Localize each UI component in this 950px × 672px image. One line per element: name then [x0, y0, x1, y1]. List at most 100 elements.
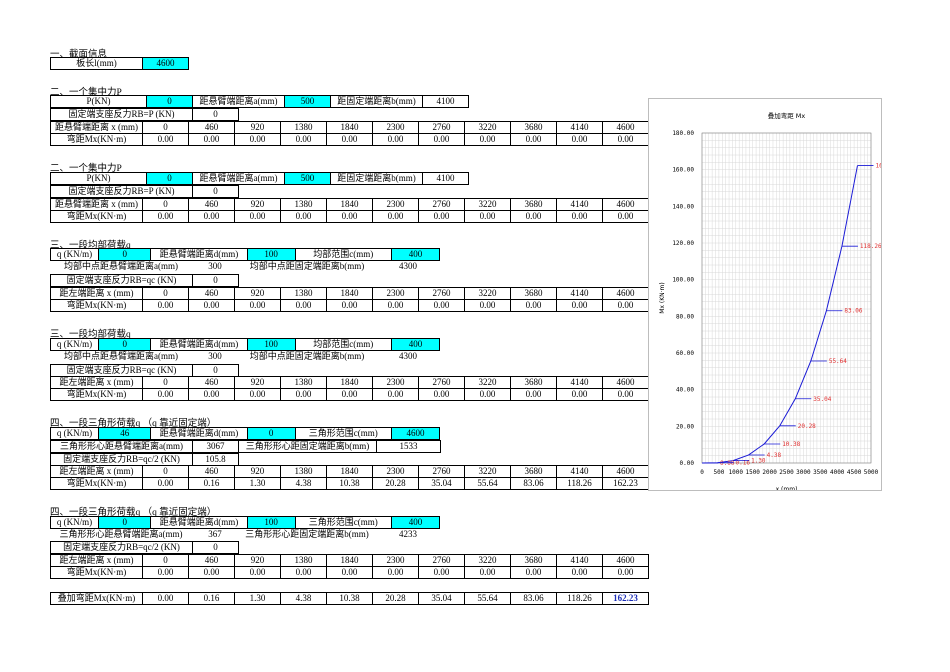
d-input[interactable]: 0 — [246, 427, 296, 440]
data-label: 55.64 — [829, 358, 847, 365]
x-row: 距左端距离 x (mm) 0 460 920 1380 1840 2300 27… — [50, 554, 649, 567]
plate-length-input[interactable]: 4600 — [142, 57, 189, 70]
data-label: 83.06 — [844, 308, 862, 315]
moment-label: 弯距Mx(KN·m) — [50, 133, 143, 146]
a-input[interactable]: 500 — [284, 95, 331, 108]
x-label: 距悬臂端距离 x (mm) — [50, 198, 143, 211]
b-value: 1533 — [376, 440, 441, 453]
moment-cell: 0.00 — [234, 133, 281, 146]
d-input[interactable]: 100 — [246, 338, 296, 351]
x-cell: 2300 — [372, 198, 419, 211]
moment-cell: 0.00 — [464, 388, 511, 401]
data-label: 20.28 — [798, 423, 816, 430]
uniform-load-1-table: q (KN/m) 0 距悬臂端距离d(mm) 100 均部范围c(mm) 400 — [49, 248, 441, 261]
p-input[interactable]: 0 — [146, 172, 193, 185]
moment-cell: 0.00 — [142, 388, 189, 401]
moment-cell: 0.00 — [234, 299, 281, 312]
moment-cell: 0.00 — [372, 299, 419, 312]
moment-cell: 0.00 — [464, 133, 511, 146]
d-input[interactable]: 100 — [246, 516, 296, 529]
reaction-label: 固定端支座反力RB=P (KN) — [50, 108, 193, 121]
moment-cell: 1.30 — [234, 477, 281, 490]
moment-cell: 0.00 — [280, 133, 327, 146]
x-cell: 3680 — [510, 376, 557, 389]
moment-cell: 10.38 — [326, 477, 373, 490]
moment-cell: 0.00 — [418, 388, 465, 401]
d-input[interactable]: 100 — [246, 248, 296, 261]
q-input[interactable]: 0 — [98, 248, 152, 261]
moment-cell: 0.00 — [510, 299, 557, 312]
x-cell: 460 — [188, 465, 235, 478]
x-cell: 920 — [234, 287, 281, 300]
moment-cell: 0.00 — [280, 566, 327, 579]
moment-cell: 0.00 — [510, 133, 557, 146]
moment-label: 弯距Mx(KN·m) — [50, 566, 143, 579]
c-label: 均部范围c(mm) — [294, 248, 392, 261]
moment-chart: 叠加弯距 Mx 0.00 20.00 40.00 60.00 80.00 100.00 120… — [648, 98, 898, 493]
c-input[interactable]: 400 — [390, 338, 441, 351]
a-input[interactable]: 500 — [284, 172, 331, 185]
a-label: 距悬臂端距离a(mm) — [192, 95, 285, 108]
a-value: 300 — [208, 261, 222, 271]
x-cell: 0 — [142, 554, 189, 567]
c-input[interactable]: 400 — [390, 248, 441, 261]
q-input[interactable]: 0 — [98, 516, 152, 529]
x-cell: 2300 — [372, 554, 419, 567]
point-load-1-grid: 距悬臂端距离 x (mm) 0 460 920 1380 1840 2300 2… — [50, 121, 649, 146]
moment-row: 弯距Mx(KN·m) 0.00 0.16 1.30 4.38 10.38 20.… — [50, 477, 649, 490]
x-cell: 1840 — [326, 376, 373, 389]
moment-cell: 0.00 — [418, 210, 465, 223]
moment-cell: 0.00 — [280, 388, 327, 401]
x-tick-label: 2500 — [779, 469, 794, 476]
x-cell: 0 — [142, 465, 189, 478]
c-input[interactable]: 4600 — [390, 427, 441, 440]
x-cell: 1380 — [280, 198, 327, 211]
data-label: 35.04 — [813, 396, 831, 403]
moment-label: 弯距Mx(KN·m) — [50, 388, 143, 401]
moment-cell: 0.00 — [142, 133, 189, 146]
x-cell: 0 — [142, 121, 189, 134]
moment-cell: 162.23 — [602, 477, 649, 490]
total-label: 叠加弯距Mx(KN·m) — [50, 592, 143, 605]
moment-cell: 0.00 — [326, 133, 373, 146]
x-cell: 1380 — [280, 465, 327, 478]
x-cell: 460 — [188, 287, 235, 300]
q-input[interactable]: 0 — [98, 338, 152, 351]
moment-label: 弯距Mx(KN·m) — [50, 299, 143, 312]
x-cell: 2760 — [418, 121, 465, 134]
x-cell: 1380 — [280, 287, 327, 300]
a-label: 均部中点距悬臂端距离a(mm) — [64, 351, 178, 361]
total-max-cell: 162.23 — [602, 592, 649, 605]
a-label: 三角形形心距悬臂端距离a(mm) — [59, 529, 183, 539]
uniform-load-1-grid: 距左端距离 x (mm) 0 460 920 1380 1840 2300 27… — [50, 287, 649, 312]
x-cell: 460 — [188, 554, 235, 567]
x-cell: 3220 — [464, 376, 511, 389]
moment-cell: 0.00 — [142, 566, 189, 579]
c-input[interactable]: 400 — [390, 516, 441, 529]
uniform-load-1-reaction: 固定端支座反力RB=qc (KN) 0 — [50, 274, 239, 287]
q-label: q (KN/m) — [49, 338, 100, 351]
x-tick-label: 1500 — [745, 469, 760, 476]
total-cell: 55.64 — [464, 592, 511, 605]
x-cell: 4140 — [556, 287, 603, 300]
x-cell: 4140 — [556, 465, 603, 478]
uniform-load-1-centroid: 均部中点距悬臂端距离a(mm) 300 均部中点距固定端距离b(mm) 4300 — [50, 261, 440, 272]
x-label: 距左端距离 x (mm) — [50, 376, 143, 389]
point-load-2-table: P(KN) 0 距悬臂端距离a(mm) 500 距固定端距离b(mm) 4100 — [50, 172, 649, 185]
moment-cell: 0.00 — [280, 210, 327, 223]
moment-cell: 0.00 — [602, 388, 649, 401]
a-label: 均部中点距悬臂端距离a(mm) — [64, 261, 178, 271]
q-input[interactable]: 46 — [98, 427, 152, 440]
total-cell: 1.30 — [234, 592, 281, 605]
reaction-label: 固定端支座反力RB=qc (KN) — [50, 274, 193, 287]
total-cell: 35.04 — [418, 592, 465, 605]
p-input[interactable]: 0 — [146, 95, 193, 108]
moment-row: 弯距Mx(KN·m) 0.00 0.00 0.00 0.00 0.00 0.00… — [50, 210, 649, 223]
moment-cell: 0.00 — [372, 388, 419, 401]
d-label: 距悬臂端距离d(mm) — [150, 338, 248, 351]
b-value: 4300 — [399, 351, 417, 361]
x-cell: 1840 — [326, 465, 373, 478]
x-cell: 0 — [142, 376, 189, 389]
b-value: 4233 — [399, 529, 417, 539]
a-value: 300 — [208, 351, 222, 361]
